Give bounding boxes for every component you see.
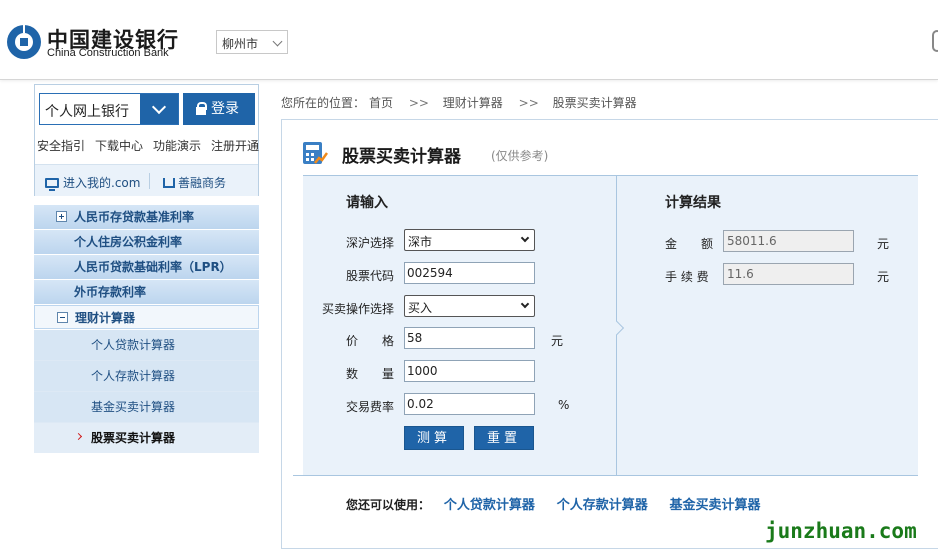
link-feature-demo[interactable]: 功能演示 <box>153 137 201 154</box>
sidebar-item-label: 理财计算器 <box>75 311 136 325</box>
sidebar-item-rmb-rates[interactable]: 人民币存贷款基准利率 <box>34 205 259 229</box>
city-select-value: 柳州市 <box>222 37 259 51</box>
breadcrumb-separator: >> <box>518 96 539 110</box>
city-select[interactable]: 柳州市 <box>216 30 288 54</box>
fee-rate-label: 交易费率 <box>345 400 394 414</box>
ccb-logo-icon[interactable] <box>6 24 42 60</box>
price-unit: 元 <box>551 334 564 348</box>
lock-icon <box>196 102 207 115</box>
result-section-title: 计算结果 <box>665 195 721 211</box>
sub-item-fund-calculator[interactable]: 基金买卖计算器 <box>34 392 259 422</box>
stock-code-input[interactable]: 002594 <box>404 262 535 284</box>
link-register[interactable]: 注册开通 <box>211 137 259 154</box>
login-bottom-bar: 进入我的.com 善融商务 <box>35 164 258 196</box>
enter-my-com-link[interactable]: 进入我的.com <box>45 174 140 191</box>
calculators-submenu: 个人贷款计算器 个人存款计算器 基金买卖计算器 股票买卖计算器 <box>34 330 259 453</box>
page-subtitle: (仅供参考) <box>491 149 549 163</box>
watermark: junzhuan.com <box>765 519 917 543</box>
operation-select[interactable]: 买入 <box>404 295 535 317</box>
plus-icon <box>56 211 67 222</box>
breadcrumb-calculators[interactable]: 理财计算器 <box>443 96 503 110</box>
market-label: 深沪选择 <box>345 236 394 250</box>
fee-result-field: 11.6 <box>723 263 854 285</box>
enter-my-com-label: 进入我的.com <box>63 176 141 190</box>
amount-result-field: 58011.6 <box>723 230 854 252</box>
chevron-down-icon <box>520 233 530 243</box>
header-edge-icon <box>932 30 938 52</box>
sub-item-label: 个人贷款计算器 <box>91 338 176 352</box>
breadcrumb-current: 股票买卖计算器 <box>552 96 637 110</box>
market-select-value: 深市 <box>408 235 433 249</box>
related-calculators: 您还可以使用： 个人贷款计算器 个人存款计算器 基金买卖计算器 <box>346 494 779 513</box>
calculator-chart-icon <box>303 142 328 164</box>
sidebar-item-label: 外币存款利率 <box>74 285 147 299</box>
sidebar-item-label: 人民币贷款基础利率（LPR） <box>74 260 232 274</box>
input-section-title: 请输入 <box>346 195 388 211</box>
sidebar-menu: 人民币存贷款基准利率 个人住房公积金利率 人民币贷款基础利率（LPR） 外币存款… <box>34 205 259 454</box>
breadcrumb: 您所在的位置： 首页 >> 理财计算器 >> 股票买卖计算器 <box>281 94 641 111</box>
sidebar-item-lpr[interactable]: 人民币贷款基础利率（LPR） <box>34 255 259 279</box>
amount-unit: 元 <box>877 237 890 251</box>
quantity-input[interactable]: 1000 <box>404 360 535 382</box>
calculator-panel: 股票买卖计算器 (仅供参考) 请输入 深沪选择 深市 股票代码 002594 买… <box>281 119 938 549</box>
chevron-down-icon <box>272 36 283 47</box>
sidebar-item-housing-fund[interactable]: 个人住房公积金利率 <box>34 230 259 254</box>
sub-item-label: 基金买卖计算器 <box>91 400 176 414</box>
link-deposit-calculator[interactable]: 个人存款计算器 <box>557 498 648 513</box>
top-header: 中国建设银行 China Construction Bank 柳州市 <box>0 0 938 80</box>
sub-item-loan-calculator[interactable]: 个人贷款计算器 <box>34 330 259 360</box>
breadcrumb-prefix: 您所在的位置： <box>281 96 366 110</box>
logo-english-name[interactable]: China Construction Bank <box>47 47 169 59</box>
page-title: 股票买卖计算器 <box>342 147 461 167</box>
cart-icon <box>163 178 175 188</box>
sidebar-item-foreign-deposit[interactable]: 外币存款利率 <box>34 280 259 304</box>
bank-type-select[interactable]: 个人网上银行 <box>39 93 179 125</box>
market-select[interactable]: 深市 <box>404 229 535 251</box>
monitor-icon <box>45 178 59 191</box>
fee-unit: 元 <box>877 270 890 284</box>
minus-icon <box>57 312 68 323</box>
quantity-label: 数 量 <box>345 367 394 381</box>
fee-rate-unit: % <box>558 398 570 412</box>
link-loan-calculator[interactable]: 个人贷款计算器 <box>444 498 535 513</box>
bank-type-value: 个人网上银行 <box>45 104 129 120</box>
fee-label: 手 续 费 <box>665 270 709 284</box>
sub-item-deposit-calculator[interactable]: 个人存款计算器 <box>34 361 259 391</box>
chevron-down-icon[interactable] <box>140 94 178 124</box>
divider <box>149 173 150 189</box>
reset-button[interactable]: 重置 <box>474 426 534 450</box>
sidebar-item-label: 个人住房公积金利率 <box>74 235 183 249</box>
login-button[interactable]: 登录 <box>183 93 255 125</box>
related-lead: 您还可以使用： <box>346 498 431 512</box>
operation-select-value: 买入 <box>408 301 433 315</box>
calculate-button[interactable]: 测算 <box>404 426 464 450</box>
chevron-right-icon <box>74 432 83 441</box>
link-fund-calculator[interactable]: 基金买卖计算器 <box>670 498 761 513</box>
operation-label: 买卖操作选择 <box>321 302 394 316</box>
sidebar-item-calculators[interactable]: 理财计算器 <box>34 305 259 329</box>
price-label: 价 格 <box>345 334 394 348</box>
sidebar-item-label: 人民币存贷款基准利率 <box>74 210 195 224</box>
sub-item-label: 个人存款计算器 <box>91 369 176 383</box>
sub-item-label: 股票买卖计算器 <box>91 431 176 445</box>
link-download-center[interactable]: 下载中心 <box>95 137 143 154</box>
breadcrumb-home[interactable]: 首页 <box>369 96 393 110</box>
login-box: 个人网上银行 登录 安全指引 下载中心 功能演示 注册开通 进入我的.com 善… <box>34 84 259 196</box>
shanrong-label: 善融商务 <box>178 176 227 190</box>
quick-links: 安全指引 下载中心 功能演示 注册开通 <box>37 137 259 154</box>
sub-item-stock-calculator[interactable]: 股票买卖计算器 <box>34 423 259 453</box>
link-security-guide[interactable]: 安全指引 <box>37 137 85 154</box>
login-button-label: 登录 <box>211 101 239 117</box>
bottom-divider <box>293 475 918 476</box>
amount-label: 金 额 <box>665 237 714 251</box>
price-input[interactable]: 58 <box>404 327 535 349</box>
chevron-down-icon <box>520 299 530 309</box>
shanrong-link[interactable]: 善融商务 <box>163 174 226 191</box>
breadcrumb-separator: >> <box>408 96 429 110</box>
stock-code-label: 股票代码 <box>345 269 394 283</box>
fee-rate-input[interactable]: 0.02 <box>404 393 535 415</box>
